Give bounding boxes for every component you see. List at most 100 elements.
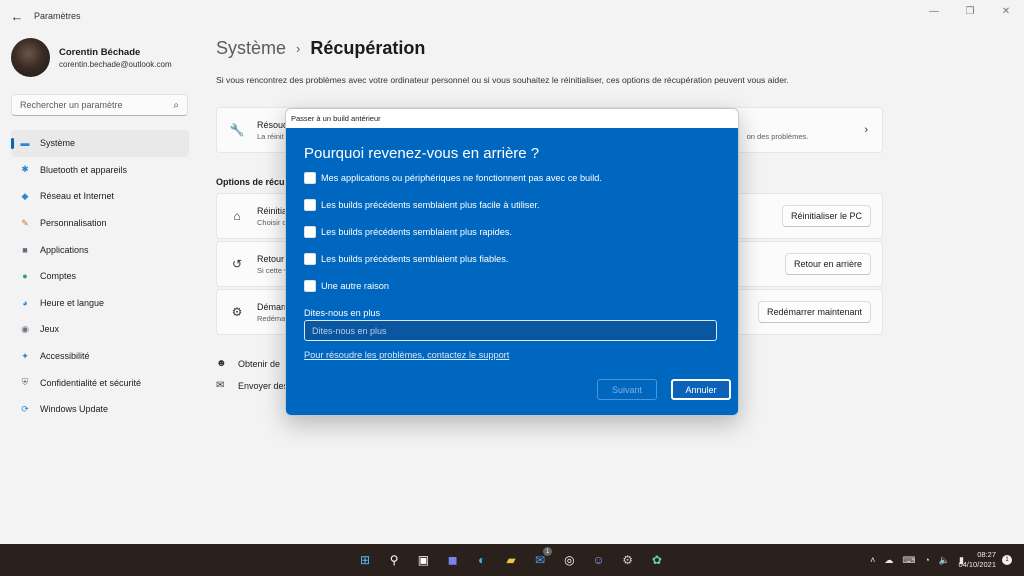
start-icon[interactable]: ⊞	[354, 549, 376, 571]
nav-item-icon: ✦	[21, 350, 29, 361]
task-view-icon[interactable]: ▣	[412, 549, 434, 571]
sidebar-item-label: Réseau et Internet	[40, 191, 115, 202]
page-title: Récupération	[310, 38, 426, 58]
chevron-right-icon[interactable]: ›	[864, 124, 868, 136]
sidebar-item-applications[interactable]: ■ Applications	[11, 236, 189, 263]
wifi-icon[interactable]: ◔	[924, 555, 929, 565]
reason-checkbox[interactable]	[304, 172, 316, 184]
breadcrumb-parent[interactable]: Système	[216, 38, 286, 59]
section-title: Options de récup	[216, 177, 291, 187]
window-controls: — ❐ ✕	[916, 0, 1024, 22]
dialog-body: Pourquoi revenez-vous en arrière ? Mes a…	[286, 128, 738, 415]
search-input[interactable]	[20, 100, 174, 110]
keyboard-icon[interactable]: ⌨	[902, 555, 915, 566]
sidebar-item-syst-me[interactable]: ▬ Système	[11, 130, 189, 157]
reason-checkbox[interactable]	[304, 226, 316, 238]
profile-email: corentin.bechade@outlook.com	[59, 59, 172, 69]
volume-icon[interactable]: 🔈	[939, 555, 950, 566]
nav-item-icon: ◉	[21, 323, 29, 334]
restart-gear-icon: ⚙	[231, 305, 243, 319]
search-icon[interactable]: ⌕	[173, 100, 179, 111]
system-tray: ˄ ☁ ⌨ ◔ 🔈 ▮	[861, 544, 964, 576]
get-help-link[interactable]: ☻ Obtenir de	[216, 358, 280, 369]
nav-item-icon: ⟳	[21, 403, 29, 414]
sidebar-item-personnalisation[interactable]: ✎ Personnalisation	[11, 210, 189, 237]
reset-pc-button[interactable]: Réinitialiser le PC	[781, 205, 871, 227]
reason-label: Une autre raison	[321, 281, 389, 291]
photos-icon[interactable]: ✿	[646, 549, 668, 571]
reason-checkbox[interactable]	[304, 199, 316, 211]
breadcrumb: Système › Récupération	[216, 38, 425, 59]
reason-checkbox[interactable]	[304, 253, 316, 265]
sidebar-item-r-seau-et-internet[interactable]: ◆ Réseau et Internet	[11, 183, 189, 210]
tell-us-more-label: Dites-nous en plus	[304, 308, 381, 318]
sidebar-item-jeux[interactable]: ◉ Jeux	[11, 316, 189, 343]
reset-icon: ⌂	[233, 209, 241, 223]
sidebar-item-comptes[interactable]: ● Comptes	[11, 263, 189, 290]
reason-option[interactable]: Une autre raison	[304, 280, 389, 292]
notification-icon[interactable]: 1	[1002, 555, 1012, 565]
sidebar-item-windows-update[interactable]: ⟳ Windows Update	[11, 396, 189, 423]
search-icon[interactable]: ⚲	[383, 549, 405, 571]
mail-badge: 1	[543, 547, 553, 556]
nav-item-icon: ◕	[22, 297, 28, 308]
reason-option[interactable]: Les builds précédents semblaient plus fa…	[304, 199, 540, 211]
profile-name: Corentin Béchade	[59, 46, 141, 58]
onedrive-icon[interactable]: ☁	[884, 555, 893, 566]
reason-label: Mes applications ou périphériques ne fon…	[321, 173, 602, 183]
title-bar: ← Paramètres — ❐ ✕	[0, 0, 1024, 32]
clock[interactable]: 08:27 04/10/2021	[958, 550, 996, 570]
clock-date: 04/10/2021	[958, 560, 996, 569]
back-arrow-icon[interactable]: ←	[2, 0, 32, 32]
history-icon: ↺	[231, 257, 243, 271]
sidebar-item-accessibilit-[interactable]: ✦ Accessibilité	[11, 343, 189, 370]
next-button[interactable]: Suivant	[597, 379, 657, 400]
mail-icon[interactable]: ✉ 1	[529, 547, 553, 571]
restart-now-button[interactable]: Redémarrer maintenant	[757, 301, 871, 323]
sidebar-nav: ▬ Système ✱ Bluetooth et appareils ◆ Réseau e…	[11, 130, 189, 423]
nav-item-icon: ■	[22, 244, 28, 255]
feedback-label[interactable]: Envoyer des	[238, 381, 288, 391]
cancel-button[interactable]: Annuler	[671, 379, 731, 400]
taskbar: ⊞ ⚲ ▣ ◼ ◐ ▰ ✉ 1 ◎ ☺ ⚙ ✿ ˄ ☁ ⌨ ◔ 🔈 ▮ 08:27 04/10/2021 1	[0, 544, 1024, 576]
show-hidden-icons[interactable]: ˄	[870, 555, 875, 565]
wrench-icon: 🔧	[229, 123, 245, 137]
avatar	[11, 38, 50, 77]
sidebar-item-bluetooth-et-appareils[interactable]: ✱ Bluetooth et appareils	[11, 157, 189, 184]
reason-option[interactable]: Mes applications ou périphériques ne fon…	[304, 172, 602, 184]
settings-icon[interactable]: ⚙	[617, 549, 639, 571]
reason-checkbox[interactable]	[304, 280, 316, 292]
feedback-link[interactable]: ✉ Envoyer des	[216, 380, 288, 391]
sidebar-item-label: Heure et langue	[40, 297, 105, 308]
tell-us-more-input[interactable]	[304, 320, 717, 341]
minimize-icon[interactable]: —	[916, 0, 952, 22]
sidebar-item-label: Comptes	[40, 271, 77, 282]
explorer-icon[interactable]: ▰	[500, 549, 522, 571]
edge-icon[interactable]: ◐	[471, 549, 493, 571]
sidebar: Corentin Béchade corentin.bechade@outloo…	[0, 32, 200, 544]
nav-item-icon: ▬	[20, 138, 30, 149]
reason-option[interactable]: Les builds précédents semblaient plus fi…	[304, 253, 508, 265]
feedback-icon: ✉	[216, 380, 225, 391]
dialog-title: Passer à un build antérieur	[286, 109, 738, 128]
sidebar-item-label: Personnalisation	[40, 218, 107, 229]
reason-option[interactable]: Les builds précédents semblaient plus ra…	[304, 226, 512, 238]
user-profile[interactable]: Corentin Béchade corentin.bechade@outloo…	[11, 38, 172, 77]
support-link[interactable]: Pour résoudre les problèmes, contactez l…	[304, 350, 509, 360]
sidebar-item-label: Applications	[40, 244, 89, 255]
page-description: Si vous rencontrez des problèmes avec vo…	[216, 75, 789, 85]
sidebar-item-heure-et-langue[interactable]: ◕ Heure et langue	[11, 290, 189, 317]
dell-icon[interactable]: ◎	[558, 549, 580, 571]
discord-icon[interactable]: ☺	[588, 549, 610, 571]
close-icon[interactable]: ✕	[988, 0, 1024, 22]
sidebar-item-label: Système	[40, 138, 76, 149]
nav-item-icon: ✱	[21, 164, 29, 175]
go-back-button[interactable]: Retour en arrière	[784, 253, 871, 275]
search-box[interactable]: ⌕	[11, 94, 188, 116]
teams-icon[interactable]: ◼	[442, 549, 464, 571]
sidebar-item-confidentialit-et-s-curit-[interactable]: ⛨ Confidentialité et sécurité	[11, 369, 189, 396]
get-help-label[interactable]: Obtenir de	[238, 359, 280, 369]
reason-label: Les builds précédents semblaient plus fa…	[321, 200, 540, 210]
maximize-icon[interactable]: ❐	[952, 0, 988, 22]
reason-label: Les builds précédents semblaient plus fi…	[321, 254, 509, 264]
